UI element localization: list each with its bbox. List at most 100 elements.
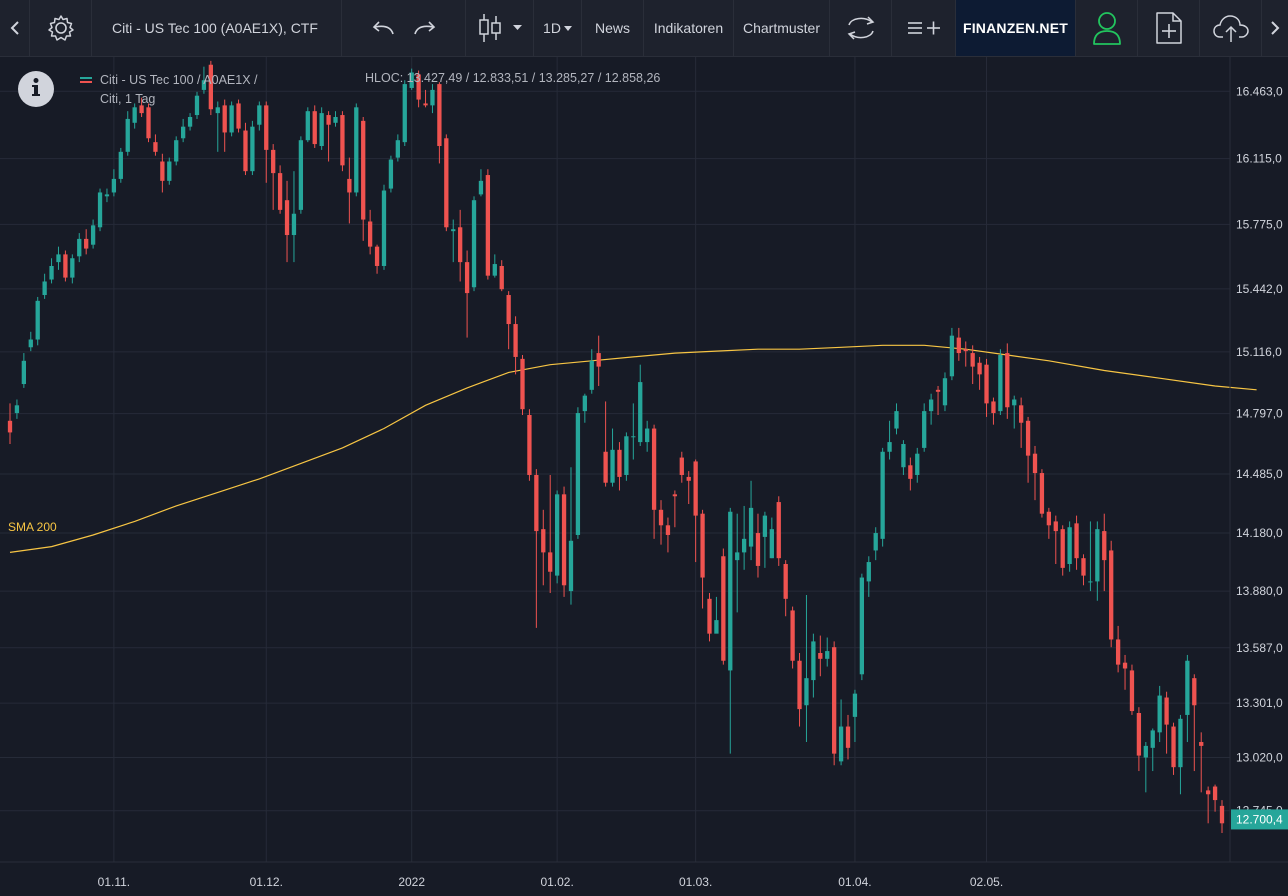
x-tick-label: 01.11. <box>98 875 130 889</box>
candle-body <box>1136 712 1142 756</box>
candle-body <box>582 395 587 412</box>
candle-down <box>984 358 989 417</box>
candle-down <box>548 474 553 594</box>
candle-body <box>679 457 684 475</box>
redo-icon[interactable] <box>411 18 439 38</box>
candle-up <box>215 101 220 152</box>
candle-body <box>942 378 948 406</box>
new-document-button[interactable] <box>1138 0 1200 56</box>
candle-body <box>21 360 26 385</box>
candle-down <box>1115 625 1121 673</box>
settings-button[interactable] <box>30 0 92 56</box>
info-button[interactable] <box>18 71 54 107</box>
candle-up <box>1185 654 1190 743</box>
hloc-readout: HLOC: 13.427,49 / 12.833,51 / 13.285,27 … <box>365 71 661 85</box>
undo-icon[interactable] <box>369 18 397 38</box>
candle-up <box>1157 685 1162 743</box>
compare-button[interactable] <box>830 0 892 56</box>
candle-body <box>575 413 581 535</box>
y-tick-label: 15.116,0 <box>1236 345 1282 359</box>
candle-up <box>998 349 1003 415</box>
candle-body <box>908 465 913 479</box>
add-indicator-list-button[interactable] <box>892 0 956 56</box>
candle-down <box>693 459 698 563</box>
candle-body <box>928 399 934 412</box>
user-button[interactable] <box>1076 0 1138 56</box>
chart-type-button[interactable] <box>466 0 534 56</box>
candle-up <box>554 490 560 584</box>
candle-body <box>1039 473 1045 514</box>
x-tick-label: 01.03. <box>679 875 712 889</box>
list-plus-icon <box>906 19 942 37</box>
candle-up <box>125 111 130 156</box>
candle-body <box>527 414 532 475</box>
candle-body <box>561 494 567 586</box>
candle-down <box>513 316 518 375</box>
price-chart[interactable]: 16.463,0 16.115,0 15.775,0 15.442,0 15.116,0… <box>0 57 1288 896</box>
candle-up <box>748 480 754 561</box>
candle-up <box>575 407 581 539</box>
chart-area[interactable]: 16.463,0 16.115,0 15.775,0 15.442,0 15.116,0… <box>0 57 1288 896</box>
candle-down <box>1129 664 1135 715</box>
candle-up <box>610 428 615 487</box>
candle-body <box>243 130 248 172</box>
candle-down <box>361 116 366 241</box>
candle-body <box>589 360 594 390</box>
candle-up <box>70 254 75 284</box>
candle-down <box>1109 540 1114 648</box>
scroll-left-button[interactable] <box>0 0 30 56</box>
undo-redo-group <box>342 0 466 56</box>
candle-body <box>381 190 387 266</box>
candle-body <box>1053 521 1058 532</box>
indicators-button[interactable]: Indikatoren <box>644 0 734 56</box>
candle-body <box>1067 527 1072 564</box>
candle-down <box>1206 786 1211 824</box>
candle-body <box>437 84 442 147</box>
x-tick-label: 02.05. <box>970 875 1003 889</box>
candle-down <box>520 355 525 415</box>
candle-body <box>1095 529 1100 582</box>
interval-button[interactable]: 1D <box>534 0 582 56</box>
candle-body <box>541 529 546 553</box>
candle-body <box>1046 511 1052 526</box>
candle-body <box>762 515 768 537</box>
candle-down <box>541 509 546 586</box>
candle-body <box>1178 718 1183 768</box>
candle-up <box>901 440 906 475</box>
candle-body <box>1109 550 1114 640</box>
candle-body <box>1005 353 1010 408</box>
candle-down <box>1164 691 1169 754</box>
candle-body <box>423 103 428 106</box>
cloud-upload-button[interactable] <box>1200 0 1262 56</box>
candle-up <box>28 331 33 352</box>
candle-body <box>104 194 110 197</box>
candle-down <box>908 457 913 491</box>
candle-body <box>111 178 117 193</box>
patterns-button[interactable]: Chartmuster <box>734 0 830 56</box>
candle-body <box>478 180 484 195</box>
candle-body <box>554 494 560 576</box>
candle-up <box>381 184 387 270</box>
toolbar: Citi - US Tec 100 (A0AE1X), CTF 1D News … <box>0 0 1288 57</box>
candle-down <box>1046 507 1052 539</box>
candle-body <box>63 254 68 278</box>
brand-logo[interactable]: FINANZEN.NET <box>956 0 1076 56</box>
candle-up <box>471 196 477 292</box>
candle-body <box>430 89 435 106</box>
symbol-title[interactable]: Citi - US Tec 100 (A0AE1X), CTF <box>92 0 342 56</box>
scroll-right-button[interactable] <box>1262 0 1288 56</box>
caret-down-icon <box>513 25 522 31</box>
candle-up <box>568 467 574 605</box>
candle-up <box>167 157 172 185</box>
candle-down <box>783 560 788 617</box>
candle-body <box>665 525 671 535</box>
candle-down <box>264 101 269 183</box>
candle-body <box>499 265 504 290</box>
news-button[interactable]: News <box>582 0 644 56</box>
candle-up <box>305 107 310 143</box>
candle-down <box>603 401 608 487</box>
candle-body <box>395 140 400 158</box>
candle-body <box>1102 531 1107 561</box>
legend-swatch <box>80 77 92 84</box>
candle-body <box>402 84 407 143</box>
